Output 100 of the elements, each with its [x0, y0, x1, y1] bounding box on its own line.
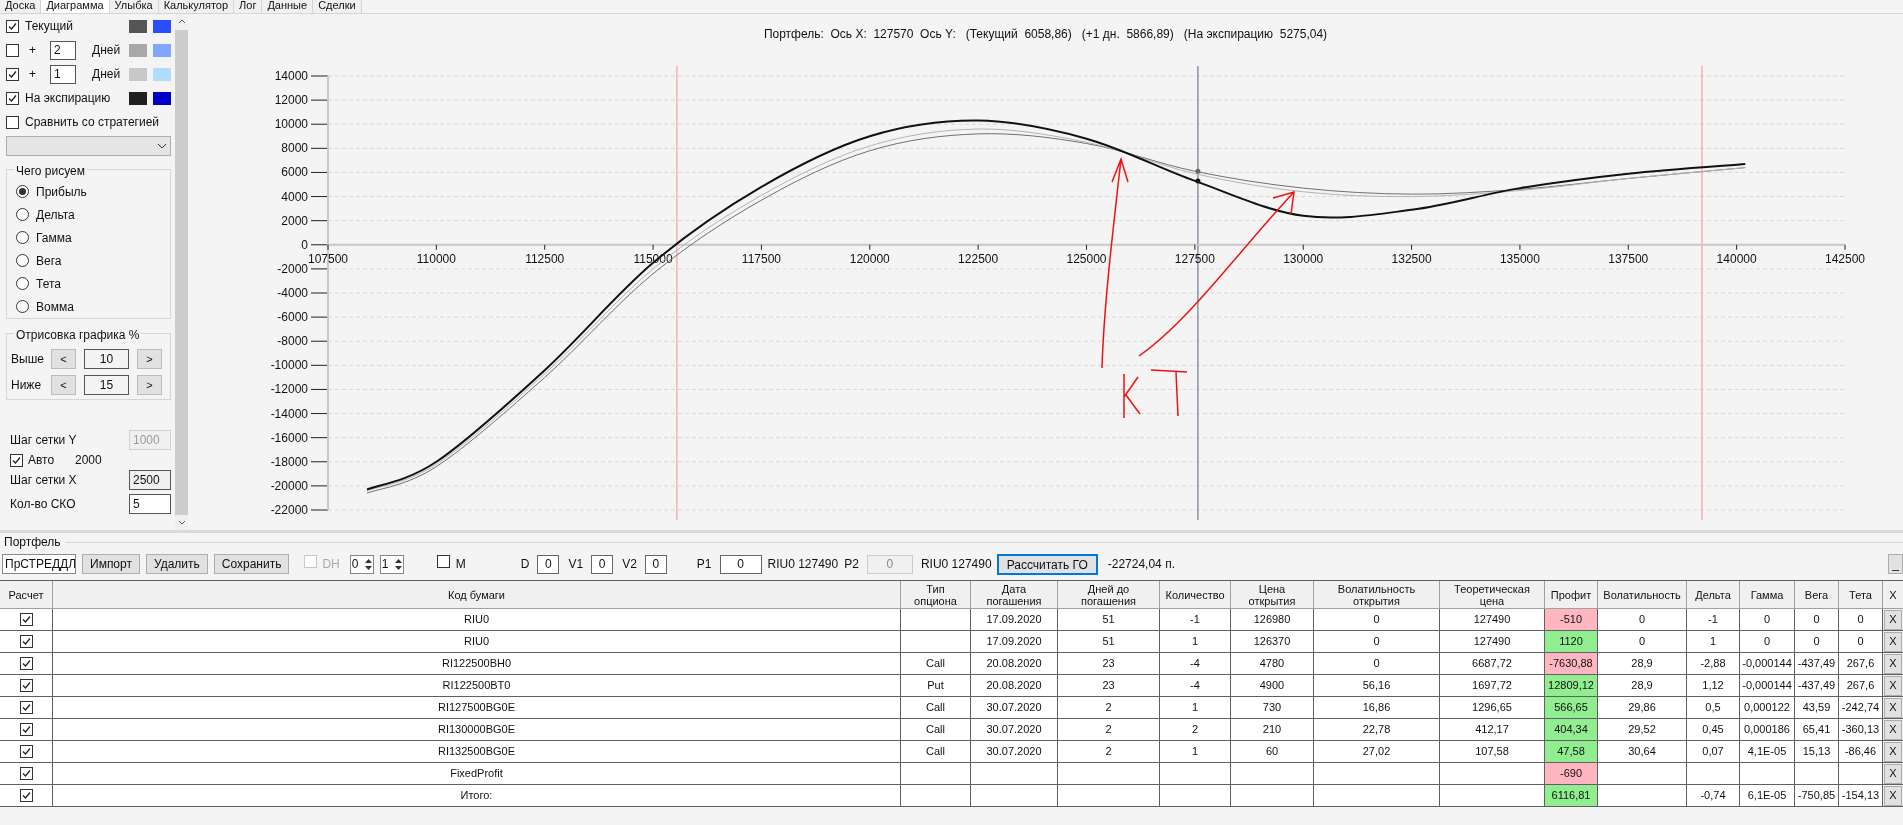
delete-row-button[interactable]: X — [1884, 609, 1902, 630]
delete-row-button[interactable]: X — [1884, 763, 1902, 784]
tab[interactable]: Калькулятор — [158, 0, 235, 13]
radio-button[interactable] — [16, 208, 29, 221]
x-tick-label: 142500 — [1825, 251, 1865, 266]
color-swatch[interactable] — [129, 19, 147, 33]
tab[interactable]: Лог — [234, 0, 263, 13]
param-label: P1 — [696, 556, 712, 573]
chevron-down-icon — [177, 520, 186, 525]
profit-cell: 12809,12 — [1545, 675, 1598, 697]
range-value-field[interactable]: 10 — [84, 349, 129, 369]
radio-button[interactable] — [16, 300, 29, 313]
x-tick-label: 120000 — [849, 251, 890, 266]
increase-button[interactable]: > — [137, 349, 162, 369]
tab[interactable]: Доска — [0, 0, 42, 13]
checkbox[interactable] — [6, 19, 19, 33]
setting-label: Шаг сетки Y — [10, 432, 78, 449]
checkbox[interactable] — [19, 679, 33, 692]
color-swatch[interactable] — [153, 43, 171, 57]
checkbox[interactable] — [6, 67, 19, 81]
x-tick-label: 135000 — [1499, 251, 1540, 266]
strategy-dropdown[interactable]: ПрСТРЕДДЛ — [2, 554, 76, 574]
x-tick-label: 117500 — [741, 251, 781, 266]
delete-row-button[interactable]: X — [1884, 785, 1902, 806]
delete-row-button[interactable]: X — [1884, 697, 1902, 718]
setting-label: Кол-во СКО — [10, 496, 77, 513]
tab[interactable]: Данные — [262, 0, 314, 13]
input-field[interactable]: 0 — [591, 554, 614, 574]
calculate-button[interactable]: Рассчитать ГО — [996, 553, 1098, 575]
spinner-arrows-icon — [393, 556, 403, 572]
tab[interactable]: Сделки — [313, 0, 362, 13]
input-field[interactable]: 0 — [719, 554, 762, 574]
y-tick-label: -2000 — [277, 261, 308, 276]
checkbox[interactable] — [19, 767, 33, 780]
number-spinner[interactable]: 0 — [349, 554, 374, 574]
dh-label: DH — [322, 556, 340, 573]
checkbox[interactable] — [19, 789, 33, 802]
plus-sign: + — [29, 66, 36, 83]
color-swatch[interactable] — [153, 67, 171, 81]
checkbox[interactable] — [19, 745, 33, 758]
toolbar-button[interactable]: Импорт — [82, 554, 140, 574]
y-tick-label: -18000 — [270, 454, 308, 469]
number-spinner[interactable]: 1 — [379, 554, 404, 574]
radio-label: Дельта — [36, 206, 75, 224]
input-field[interactable]: 0 — [537, 554, 560, 574]
radio-button[interactable] — [16, 185, 29, 198]
minimize-button[interactable]: _ — [1888, 554, 1903, 574]
profit-cell: 566,65 — [1545, 697, 1598, 719]
auto-label: Авто — [28, 452, 56, 469]
price-info: RIU0 127490 — [920, 556, 992, 573]
delete-row-button[interactable]: X — [1884, 719, 1902, 740]
checkbox[interactable] — [436, 555, 450, 568]
decrease-button[interactable]: < — [51, 375, 76, 395]
increase-button[interactable]: > — [137, 375, 162, 395]
decrease-button[interactable]: < — [51, 349, 76, 369]
checkbox[interactable] — [19, 701, 33, 714]
days-label: Дней — [92, 42, 122, 59]
color-swatch[interactable] — [153, 91, 171, 105]
delete-row-button[interactable]: X — [1884, 741, 1902, 762]
checkbox[interactable] — [6, 43, 19, 57]
setting-field[interactable]: 2500 — [129, 470, 171, 490]
range-value-field[interactable]: 15 — [84, 375, 129, 395]
radio-button[interactable] — [16, 231, 29, 244]
checkbox[interactable] — [19, 635, 33, 648]
color-swatch[interactable] — [153, 19, 171, 33]
delete-row-button[interactable]: X — [1884, 631, 1902, 652]
tab[interactable]: Улыбка — [109, 0, 159, 13]
setting-label: Шаг сетки X — [10, 472, 78, 489]
checkbox[interactable] — [19, 723, 33, 736]
setting-field[interactable]: 5 — [129, 494, 171, 514]
delete-row-button[interactable]: X — [1884, 675, 1902, 696]
checkbox[interactable] — [19, 613, 33, 626]
radio-label: Тета — [36, 275, 61, 293]
y-tick-label: 8000 — [281, 141, 308, 156]
delete-row-button[interactable]: X — [1884, 653, 1902, 674]
x-tick-label: 107500 — [308, 251, 348, 266]
input-field[interactable]: 0 — [644, 554, 667, 574]
m-label: M — [455, 556, 466, 573]
y-tick-label: -16000 — [270, 430, 308, 445]
y-tick-label: -22000 — [270, 503, 308, 517]
color-swatch[interactable] — [129, 91, 147, 105]
y-tick-label: -14000 — [270, 406, 308, 421]
x-tick-label: 125000 — [1066, 251, 1107, 266]
scrollbar[interactable] — [175, 14, 188, 530]
x-tick-label: 140000 — [1716, 251, 1757, 266]
radio-button[interactable] — [16, 254, 29, 267]
tab[interactable]: Диаграмма — [41, 0, 110, 13]
days-input[interactable]: 1 — [50, 64, 76, 84]
toolbar-button[interactable]: Удалить — [145, 554, 208, 574]
x-tick-label: 130000 — [1283, 251, 1324, 266]
checkbox[interactable] — [6, 91, 19, 105]
color-swatch[interactable] — [129, 67, 147, 81]
days-input[interactable]: 2 — [50, 40, 76, 60]
radio-button[interactable] — [16, 277, 29, 290]
checkbox[interactable] — [19, 657, 33, 670]
toolbar-button[interactable]: Сохранить — [213, 554, 290, 574]
checkbox[interactable] — [6, 115, 19, 129]
color-swatch[interactable] — [129, 43, 147, 57]
checkbox[interactable] — [10, 453, 23, 467]
profit-cell: 404,34 — [1545, 719, 1598, 741]
